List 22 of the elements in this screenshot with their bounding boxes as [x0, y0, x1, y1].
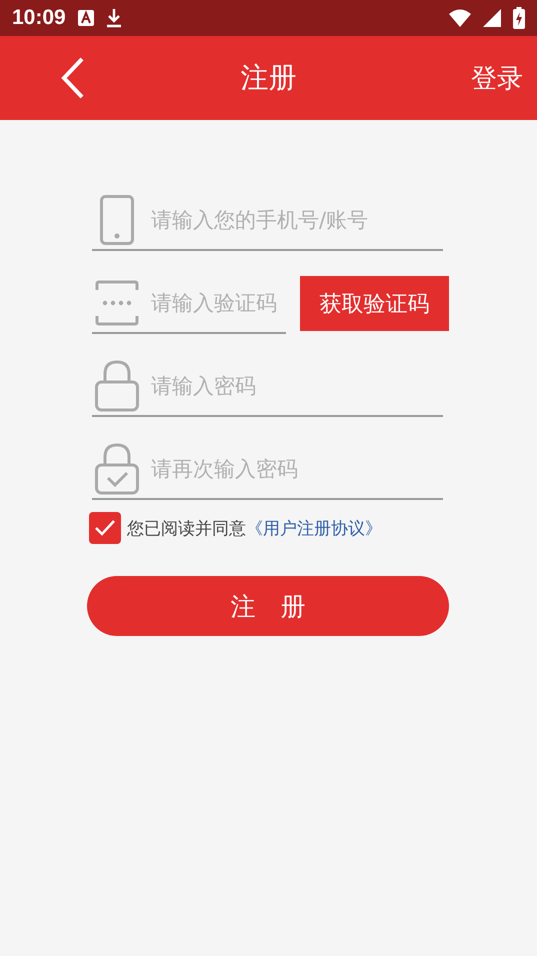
code-icon: [95, 280, 139, 326]
notification-icon: [78, 10, 94, 26]
input-field[interactable]: 请输入您的手机号/账号: [149, 207, 443, 233]
wifi-icon: [449, 9, 471, 27]
agreement-link[interactable]: 《用户注册协议》: [246, 518, 382, 538]
download-icon: [106, 8, 122, 28]
check-icon: [94, 519, 116, 537]
input-field[interactable]: 请输入验证码: [149, 290, 286, 316]
agree-checkbox[interactable]: [89, 512, 121, 544]
battery-icon: [513, 7, 525, 29]
status-time: 10:09: [12, 6, 66, 30]
agreement-text: 您已阅读并同意《用户注册协议》: [127, 518, 382, 540]
input-field[interactable]: 请再次输入密码: [149, 456, 443, 482]
get-code-button[interactable]: 获取验证码: [300, 276, 449, 331]
page-title: 注册: [240, 60, 298, 96]
lock-icon: [95, 360, 139, 412]
input-field[interactable]: 请输入密码: [149, 373, 443, 399]
lock-check-icon: [95, 443, 139, 495]
phone-icon: [100, 195, 134, 245]
register-button[interactable]: 注 册: [87, 576, 449, 636]
signal-icon: [483, 9, 501, 27]
login-button[interactable]: 登录: [471, 60, 523, 96]
